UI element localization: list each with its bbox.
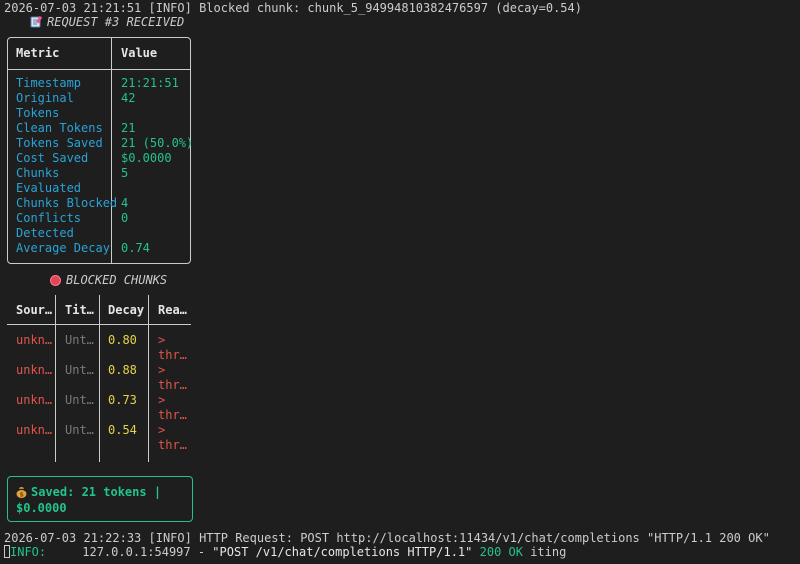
uvicorn-access-log: INFO: 127.0.0.1:54997 - "POST /v1/chat/c… (4, 545, 566, 560)
request-title: REQUEST #3 RECEIVED (47, 15, 185, 29)
source-cell: unkn… (16, 423, 53, 437)
metric-label: Cost Saved (16, 151, 89, 165)
value-column-header: Value (121, 46, 158, 60)
request-line: "POST /v1/chat/completions HTTP/1.1" (212, 545, 473, 559)
metric-label: Clean Tokens (16, 121, 103, 135)
reason-cell: > (158, 333, 166, 347)
reason-cell: thr… (158, 378, 187, 392)
reason-cell: thr… (158, 438, 187, 452)
column-divider (99, 295, 100, 462)
metric-label: Chunks (16, 166, 60, 180)
saved-line-1: Saved: 21 tokens | (31, 485, 162, 499)
metric-label: Chunks Blocked (16, 196, 118, 210)
metric-value: 21 (50.0%) (121, 136, 194, 150)
reason-cell: > (158, 363, 166, 377)
client-address: 127.0.0.1:54997 - (46, 545, 213, 559)
reason-cell: thr… (158, 408, 187, 422)
saved-summary: $ Saved: 21 tokens | $0.0000 (16, 484, 161, 516)
reason-cell: > (158, 423, 166, 437)
metric-value: 42 (121, 91, 136, 105)
blocked-title: BLOCKED CHUNKS (66, 273, 168, 287)
blocked-chunks-header: BLOCKED CHUNKS (50, 273, 167, 288)
memo-icon (30, 16, 42, 28)
reason-cell: thr… (158, 348, 187, 362)
metric-value: 0 (121, 211, 129, 225)
svg-text:$: $ (20, 492, 24, 499)
red-circle-icon (50, 275, 61, 286)
status-code: 200 OK (472, 545, 523, 559)
column-divider (148, 295, 149, 462)
header-divider (8, 69, 190, 70)
trailing-text: iting (522, 545, 567, 559)
request-header: REQUEST #3 RECEIVED (30, 15, 184, 30)
metric-label: Timestamp (16, 76, 82, 90)
money-bag-icon: $ (16, 487, 27, 499)
source-cell: unkn… (16, 393, 53, 407)
decay-cell: 0.88 (108, 363, 137, 377)
column-divider (111, 38, 112, 263)
reason-cell: > (158, 393, 166, 407)
title-cell: Unt… (65, 423, 94, 437)
metric-value: $0.0000 (121, 151, 172, 165)
decay-cell: 0.73 (108, 393, 137, 407)
metric-value: 21:21:51 (121, 76, 179, 90)
title-cell: Unt… (65, 333, 94, 347)
metric-value: 5 (121, 166, 129, 180)
reason-column-header: Rea… (158, 303, 187, 317)
decay-column-header: Decay (108, 303, 145, 317)
metric-label: Evaluated (16, 181, 82, 195)
title-cell: Unt… (65, 393, 94, 407)
decay-cell: 0.80 (108, 333, 137, 347)
metric-label: Detected (16, 226, 74, 240)
saved-line-2: $0.0000 (16, 501, 67, 515)
metric-label: Tokens (16, 106, 60, 120)
metric-label: Original (16, 91, 74, 105)
metric-label: Tokens Saved (16, 136, 103, 150)
title-cell: Unt… (65, 363, 94, 377)
metric-column-header: Metric (16, 46, 60, 60)
source-column-header: Sour… (16, 303, 53, 317)
column-divider (55, 295, 56, 462)
title-column-header: Tit… (65, 303, 94, 317)
info-prefix: INFO: (10, 545, 47, 559)
metric-value: 4 (121, 196, 129, 210)
log-line-blocked-chunk: 2026-07-03 21:21:51 [INFO] Blocked chunk… (4, 1, 582, 15)
header-divider (7, 324, 191, 325)
metric-label: Conflicts (16, 211, 82, 225)
terminal-output: 2026-07-03 21:21:51 [INFO] Blocked chunk… (0, 0, 800, 564)
log-line-http-request: 2026-07-03 21:22:33 [INFO] HTTP Request:… (4, 531, 770, 545)
metric-value: 0.74 (121, 241, 150, 255)
source-cell: unkn… (16, 363, 53, 377)
metric-label: Average Decay (16, 241, 110, 255)
metric-value: 21 (121, 121, 136, 135)
decay-cell: 0.54 (108, 423, 137, 437)
source-cell: unkn… (16, 333, 53, 347)
